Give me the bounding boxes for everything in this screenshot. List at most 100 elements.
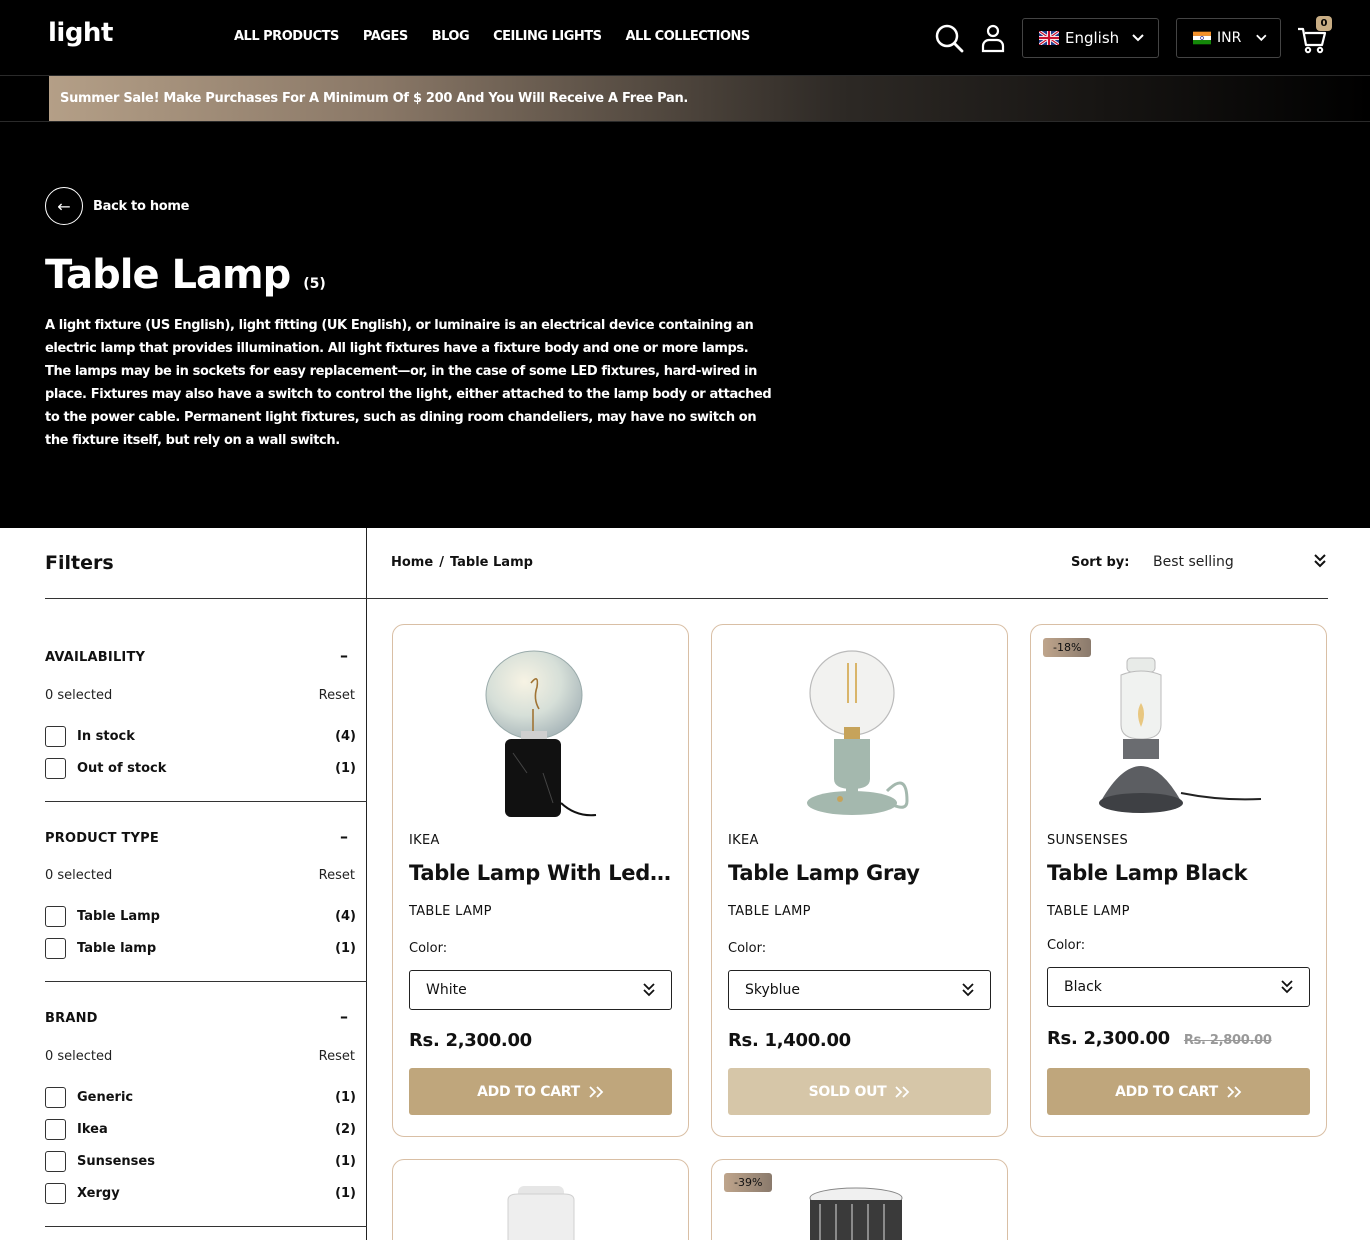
collapse-availability-icon[interactable]: – <box>340 646 348 665</box>
filter-option-label: Out of stock <box>77 760 167 776</box>
checkbox[interactable] <box>45 937 66 959</box>
product-image[interactable] <box>393 1160 688 1240</box>
breadcrumb-separator: / <box>439 555 444 570</box>
nav-ceiling-lights[interactable]: CEILING LIGHTS <box>493 29 602 44</box>
main-nav: ALL PRODUCTS PAGES BLOG CEILING LIGHTS A… <box>234 29 750 44</box>
product-image[interactable] <box>712 1160 1007 1240</box>
divider <box>45 598 367 599</box>
filter-option-in-stock[interactable]: In stock (4) <box>45 725 356 747</box>
filter-option-count: (4) <box>335 908 356 924</box>
checkbox[interactable] <box>45 905 66 927</box>
filters-title: Filters <box>45 552 114 574</box>
sort-label: Sort by: <box>1071 555 1130 570</box>
color-select[interactable]: Black <box>1047 967 1310 1007</box>
back-to-home-link[interactable]: ← Back to home <box>45 187 189 225</box>
checkbox[interactable] <box>45 1118 66 1140</box>
product-title[interactable]: Table Lamp Gray <box>728 861 993 885</box>
nav-all-collections[interactable]: ALL COLLECTIONS <box>626 29 751 44</box>
filter-option-ikea[interactable]: Ikea (2) <box>45 1118 356 1140</box>
product-image[interactable] <box>712 643 1007 818</box>
filter-availability-title[interactable]: AVAILABILITY <box>45 650 145 665</box>
breadcrumb-current: Table Lamp <box>449 555 533 570</box>
checkbox[interactable] <box>45 1182 66 1204</box>
page-title: Table Lamp (5) <box>45 252 326 298</box>
filter-option-count: (1) <box>335 940 356 956</box>
product-card[interactable]: IKEA Table Lamp With Led Bulb Marble Bla… <box>392 624 689 1137</box>
product-brand: SUNSENSES <box>1047 833 1129 848</box>
site-header: light ALL PRODUCTS PAGES BLOG CEILING LI… <box>0 0 1370 76</box>
collapse-brand-icon[interactable]: – <box>340 1007 348 1026</box>
color-select[interactable]: Skyblue <box>728 970 991 1010</box>
filter-option-out-of-stock[interactable]: Out of stock (1) <box>45 757 356 779</box>
double-chevron-down-icon <box>1281 980 1293 994</box>
add-to-cart-button[interactable]: ADD TO CART <box>1047 1068 1310 1115</box>
toolbar-divider <box>367 598 1328 599</box>
product-card[interactable]: -39% <box>711 1159 1008 1240</box>
currency-selector[interactable]: INR <box>1176 18 1281 58</box>
filter-brand-title[interactable]: BRAND <box>45 1011 98 1026</box>
uk-flag-icon <box>1039 31 1059 45</box>
filter-option-count: (1) <box>335 1153 356 1169</box>
product-image[interactable] <box>393 643 688 818</box>
color-select-value: White <box>426 982 467 998</box>
product-title[interactable]: Table Lamp Black <box>1047 861 1312 885</box>
filter-option-table-lamp-lower[interactable]: Table lamp (1) <box>45 937 356 959</box>
filter-option-label: Xergy <box>77 1185 120 1201</box>
filter-product-type-title[interactable]: PRODUCT TYPE <box>45 831 159 846</box>
double-chevron-down-icon <box>643 983 655 997</box>
product-title[interactable]: Table Lamp With Led Bulb Marble Black <box>409 861 674 885</box>
product-image[interactable] <box>1031 643 1326 818</box>
breadcrumb-home[interactable]: Home <box>391 555 433 570</box>
filter-option-sunsenses[interactable]: Sunsenses (1) <box>45 1150 356 1172</box>
logo[interactable]: light <box>48 18 113 48</box>
checkbox[interactable] <box>45 757 66 779</box>
filter-option-table-lamp[interactable]: Table Lamp (4) <box>45 905 356 927</box>
chevron-down-icon <box>1132 34 1144 42</box>
arrow-left-icon: ← <box>45 187 83 225</box>
color-select-value: Black <box>1064 979 1102 995</box>
filter-brand-selected: 0 selected <box>45 1049 113 1064</box>
nav-all-products[interactable]: ALL PRODUCTS <box>234 29 339 44</box>
sort-select[interactable]: Best selling <box>1153 554 1234 570</box>
sold-out-button[interactable]: SOLD OUT <box>728 1068 991 1115</box>
checkbox[interactable] <box>45 725 66 747</box>
divider <box>45 981 367 982</box>
filter-availability-selected: 0 selected <box>45 688 113 703</box>
collapse-product-type-icon[interactable]: – <box>340 827 348 846</box>
add-to-cart-label: ADD TO CART <box>1115 1083 1218 1100</box>
checkbox[interactable] <box>45 1150 66 1172</box>
back-to-home-label: Back to home <box>93 198 190 214</box>
filter-option-label: Generic <box>77 1089 134 1105</box>
add-to-cart-button[interactable]: ADD TO CART <box>409 1068 672 1115</box>
chevron-down-icon <box>1256 34 1267 42</box>
language-selector[interactable]: English <box>1022 18 1159 58</box>
divider <box>45 1226 367 1227</box>
search-icon[interactable] <box>933 22 965 54</box>
checkbox[interactable] <box>45 1086 66 1108</box>
color-label: Color: <box>409 941 448 956</box>
filter-brand-reset[interactable]: Reset <box>319 1049 355 1064</box>
product-brand: IKEA <box>409 833 440 848</box>
product-card[interactable]: -18% SUNSENSES Table Lamp Black TABLE LA… <box>1030 624 1327 1137</box>
filter-option-xergy[interactable]: Xergy (1) <box>45 1182 356 1204</box>
divider <box>45 801 367 802</box>
filter-product-type-selected: 0 selected <box>45 868 113 883</box>
filter-product-type-reset[interactable]: Reset <box>319 868 355 883</box>
filter-option-generic[interactable]: Generic (1) <box>45 1086 356 1108</box>
double-chevron-right-icon <box>589 1085 604 1098</box>
product-card[interactable]: IKEA Table Lamp Gray TABLE LAMP Color: S… <box>711 624 1008 1137</box>
filter-option-label: In stock <box>77 728 135 744</box>
filter-option-label: Table lamp <box>77 940 157 956</box>
currency-label: INR <box>1217 30 1242 46</box>
nav-pages[interactable]: PAGES <box>363 29 408 44</box>
filter-option-label: Ikea <box>77 1121 108 1137</box>
color-label: Color: <box>1047 938 1086 953</box>
nav-blog[interactable]: BLOG <box>432 29 470 44</box>
double-chevron-down-icon <box>962 983 974 997</box>
color-select[interactable]: White <box>409 970 672 1010</box>
double-chevron-down-icon[interactable] <box>1313 553 1327 569</box>
filter-availability-reset[interactable]: Reset <box>319 688 355 703</box>
announcement-text: Summer Sale! Make Purchases For A Minimu… <box>60 91 689 106</box>
product-card[interactable] <box>392 1159 689 1240</box>
user-icon[interactable] <box>977 22 1009 54</box>
